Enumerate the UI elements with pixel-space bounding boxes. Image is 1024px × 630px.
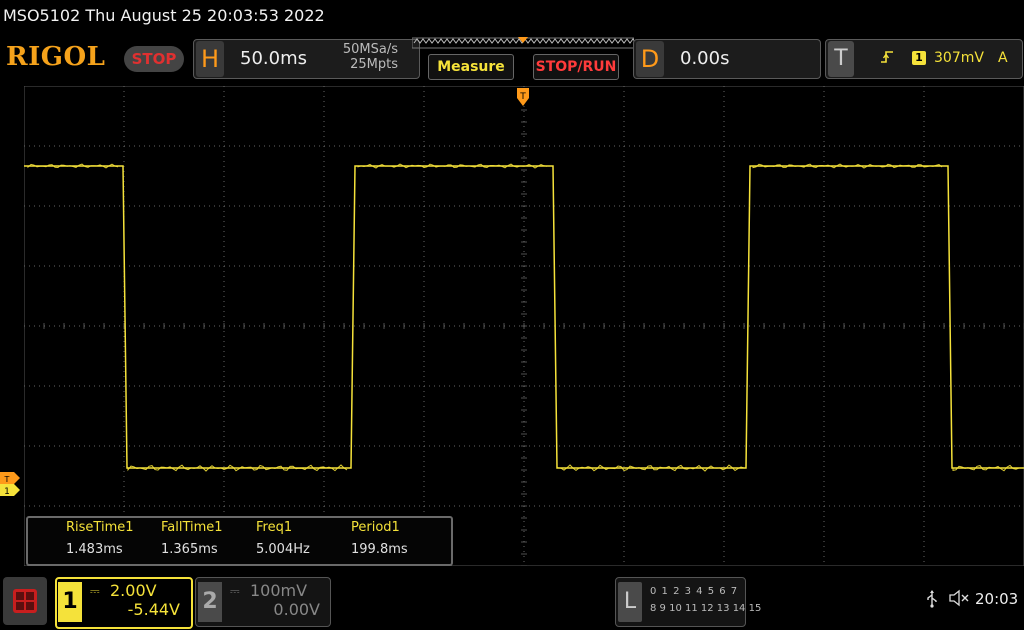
measurement-frequency[interactable]: Freq1 5.004Hz <box>256 520 310 557</box>
channel2-offset: 0.00V <box>273 600 320 619</box>
logic-channels-row2: 8 9 10 11 12 13 14 15 <box>650 603 762 614</box>
measurement-value: 1.365ms <box>161 542 218 557</box>
trigger-level-marker-label: T <box>4 475 10 484</box>
measurement-falltime[interactable]: FallTime1 1.365ms <box>161 520 223 557</box>
channel2-scale: 100mV <box>250 581 308 600</box>
logic-channels-row1: 0 1 2 3 4 5 6 7 <box>650 586 739 597</box>
timebase-value: 50.0ms <box>240 48 307 69</box>
trigger-level: 307mV <box>934 50 984 66</box>
acquisition-info: 50MSa/s 25Mpts <box>330 42 398 72</box>
trigger-position-icon[interactable]: T <box>515 88 531 110</box>
dc-coupling-icon: ⎓ <box>90 584 100 598</box>
measurement-period[interactable]: Period1 199.8ms <box>351 520 408 557</box>
measurement-label: FallTime1 <box>161 520 223 535</box>
stop-run-button[interactable]: STOP/RUN <box>533 54 619 80</box>
speaker-muted-icon[interactable] <box>948 589 970 611</box>
measurement-label: Period1 <box>351 520 400 535</box>
usb-icon <box>925 590 939 612</box>
rising-edge-icon <box>880 50 894 68</box>
run-state-badge[interactable]: STOP <box>124 46 184 72</box>
clock: 20:03 <box>975 590 1019 608</box>
trigger-letter: T <box>828 41 854 77</box>
channel2-number: 2 <box>198 582 222 622</box>
measurement-value: 5.004Hz <box>256 542 310 557</box>
main-menu-button[interactable] <box>3 577 47 625</box>
trigger-position-label: T <box>519 92 526 102</box>
measurement-value: 1.483ms <box>66 542 123 557</box>
measurement-label: RiseTime1 <box>66 520 134 535</box>
logic-analyzer-letter: L <box>618 582 642 622</box>
measurement-label: Freq1 <box>256 520 293 535</box>
menu-grid-icon <box>13 589 37 613</box>
channel1-offset: -5.44V <box>127 600 180 619</box>
delay-value: 0.00s <box>680 48 730 69</box>
measurement-risetime[interactable]: RiseTime1 1.483ms <box>66 520 134 557</box>
trigger-mode: A <box>998 50 1008 66</box>
measure-button[interactable]: Measure <box>428 54 514 80</box>
measurement-value: 199.8ms <box>351 542 408 557</box>
title-bar: MSO5102 Thu August 25 20:03:53 2022 <box>0 0 1024 34</box>
sample-rate: 50MSa/s <box>342 42 398 57</box>
channel1-number: 1 <box>58 582 82 622</box>
waveform-display[interactable] <box>24 86 1024 566</box>
trigger-source-badge: 1 <box>912 51 926 65</box>
delay-letter: D <box>636 41 664 77</box>
memory-position-ruler[interactable] <box>412 37 634 49</box>
rigol-logo: RIGOL <box>6 42 106 72</box>
channel1-scale: 2.00V <box>110 581 157 600</box>
title-text: MSO5102 Thu August 25 20:03:53 2022 <box>3 6 325 25</box>
channel1-marker-label: 1 <box>4 487 10 497</box>
dc-coupling-icon: ⎓ <box>230 584 240 598</box>
horizontal-letter: H <box>196 41 224 77</box>
channel1-ground-marker[interactable]: T 1 <box>0 471 22 497</box>
memory-depth: 25Mpts <box>350 57 398 72</box>
